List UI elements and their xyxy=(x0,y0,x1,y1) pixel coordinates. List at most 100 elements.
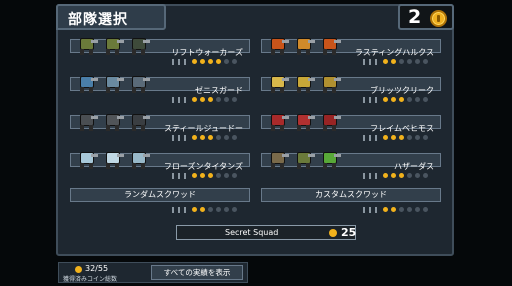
achievement-dot-earned xyxy=(391,59,396,64)
squad-row[interactable]: フレイムベヒモス xyxy=(261,110,441,150)
squad-mech-portraits xyxy=(267,110,347,134)
achievement-dot-earned xyxy=(192,135,197,140)
mech-icon xyxy=(319,148,341,170)
custom-squad-progress xyxy=(363,206,433,214)
achievement-dot-empty xyxy=(224,97,229,102)
progress-tick xyxy=(363,207,365,213)
mech-icon xyxy=(128,34,150,56)
squad-row[interactable]: スティールジュードー xyxy=(70,110,250,150)
squad-name: フローズンタイタンズ xyxy=(163,162,243,171)
custom-squad-button[interactable]: カスタムスクワッド xyxy=(261,188,441,202)
achievement-dot-earned xyxy=(208,173,213,178)
achievement-dot-earned xyxy=(391,173,396,178)
mech-icon xyxy=(76,148,98,170)
achievement-dot-empty xyxy=(415,59,420,64)
view-achievements-button[interactable]: すべての実績を表示 xyxy=(151,265,243,280)
squad-achievement-progress xyxy=(172,134,242,142)
achievement-dot-earned xyxy=(391,97,396,102)
achievement-dot-earned xyxy=(399,135,404,140)
achievement-dot-empty xyxy=(399,207,404,212)
squad-achievement-progress xyxy=(363,96,433,104)
achievement-dot-earned xyxy=(383,207,388,212)
squad-achievement-progress xyxy=(363,58,433,66)
progress-tick xyxy=(363,59,365,65)
progress-tick xyxy=(375,97,377,103)
random-squad-button[interactable]: ランダムスクワッド xyxy=(70,188,250,202)
achievement-dot-empty xyxy=(407,207,412,212)
squad-row[interactable]: ラスティングハルクス xyxy=(261,34,441,74)
random-squad-label: ランダムスクワッド xyxy=(124,190,196,199)
achievement-dot-earned xyxy=(200,173,205,178)
achievement-dot-empty xyxy=(423,135,428,140)
achievement-dot-earned xyxy=(391,207,396,212)
progress-tick xyxy=(184,207,186,213)
achievement-dot-earned xyxy=(383,97,388,102)
mech-icon xyxy=(128,110,150,132)
achievement-dot-empty xyxy=(399,59,404,64)
mech-icon xyxy=(319,34,341,56)
squad-row[interactable]: ハザーダス xyxy=(261,148,441,188)
mech-icon xyxy=(267,148,289,170)
achievement-dot-empty xyxy=(415,97,420,102)
squad-name: ハザーダス xyxy=(394,162,434,171)
squad-achievement-progress xyxy=(172,96,242,104)
achievement-dot-empty xyxy=(208,207,213,212)
achievement-dot-empty xyxy=(415,173,420,178)
progress-tick xyxy=(172,97,174,103)
achievement-dot-empty xyxy=(216,207,221,212)
mech-icon xyxy=(319,72,341,94)
page-title: 部隊選択 xyxy=(56,4,166,30)
progress-tick xyxy=(369,59,371,65)
mech-icon xyxy=(102,148,124,170)
squad-mech-portraits xyxy=(267,148,347,172)
achievement-dot-earned xyxy=(200,207,205,212)
mech-icon xyxy=(267,72,289,94)
achievement-dot-earned xyxy=(200,135,205,140)
squad-name: ブリッツクリーク xyxy=(370,86,434,95)
progress-tick xyxy=(184,59,186,65)
mech-icon xyxy=(293,34,315,56)
progress-tick xyxy=(375,59,377,65)
progress-tick xyxy=(178,207,180,213)
achievement-dot-empty xyxy=(423,97,428,102)
squad-name: ゼニスガード xyxy=(195,86,243,95)
achievement-dot-earned xyxy=(391,135,396,140)
achievement-dot-earned xyxy=(192,173,197,178)
achievement-dot-empty xyxy=(232,59,237,64)
mech-icon xyxy=(293,148,315,170)
squad-row[interactable]: フローズンタイタンズ xyxy=(70,148,250,188)
achievement-dot-empty xyxy=(407,59,412,64)
squad-achievement-progress xyxy=(172,58,242,66)
progress-tick xyxy=(369,135,371,141)
squad-mech-portraits xyxy=(76,72,156,96)
achievement-dot-earned xyxy=(383,135,388,140)
progress-tick xyxy=(184,97,186,103)
achievement-dot-empty xyxy=(423,59,428,64)
achievement-dot-empty xyxy=(232,207,237,212)
squad-row[interactable]: ブリッツクリーク xyxy=(261,72,441,112)
coin-icon xyxy=(75,266,82,273)
achievement-dot-earned xyxy=(200,97,205,102)
achievement-dot-empty xyxy=(224,59,229,64)
progress-tick xyxy=(375,207,377,213)
squad-achievement-progress xyxy=(172,172,242,180)
squad-mech-portraits xyxy=(267,72,347,96)
mech-icon xyxy=(128,148,150,170)
squad-name: スティールジュードー xyxy=(164,124,243,133)
achievement-dot-empty xyxy=(216,97,221,102)
progress-tick xyxy=(369,207,371,213)
achievement-dot-empty xyxy=(232,97,237,102)
squad-row[interactable]: リフトウォーカーズ xyxy=(70,34,250,74)
mech-icon xyxy=(76,110,98,132)
reputation-value: 2 xyxy=(408,6,422,28)
achievement-dot-empty xyxy=(407,135,412,140)
reputation-counter: 2 xyxy=(398,4,454,30)
secret-squad-button[interactable]: Secret Squad 25 xyxy=(176,225,356,240)
squad-row[interactable]: ゼニスガード xyxy=(70,72,250,112)
mech-icon xyxy=(76,72,98,94)
progress-tick xyxy=(363,97,365,103)
achievement-dot-empty xyxy=(423,173,428,178)
progress-tick xyxy=(178,59,180,65)
achievement-dot-empty xyxy=(415,135,420,140)
achievement-dot-empty xyxy=(232,173,237,178)
